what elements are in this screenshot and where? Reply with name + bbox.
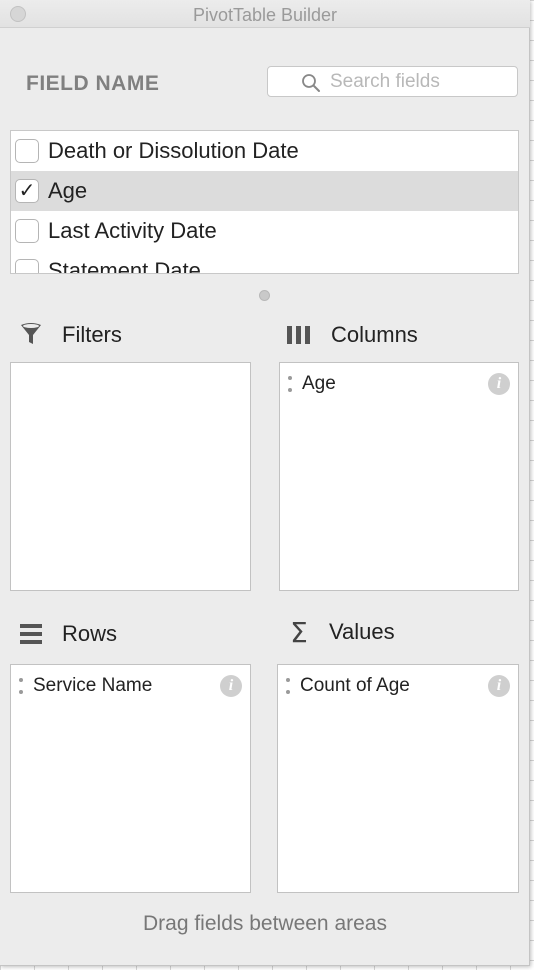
funnel-icon [18,322,44,348]
field-item-death-or-dissolution-date[interactable]: Death or Dissolution Date [11,131,518,171]
chip-label: Count of Age [300,675,410,696]
chip-label: Age [302,373,336,394]
field-checkbox[interactable] [15,139,39,163]
window-title: PivotTable Builder [192,5,338,25]
values-label: Values [329,619,395,644]
values-drop-area[interactable]: Count of Age i [277,664,519,893]
field-label: Last Activity Date [48,218,217,243]
field-name-header: FIELD NAME [26,72,160,95]
filters-label: Filters [62,322,122,347]
drag-hint-text: Drag fields between areas [143,912,387,935]
field-item-statement-date[interactable]: Statement Date [11,251,518,274]
drag-handle-icon[interactable] [19,678,23,694]
info-icon[interactable]: i [488,675,510,697]
search-input[interactable] [330,70,510,94]
search-icon [302,74,320,92]
columns-label: Columns [331,322,418,347]
columns-icon [286,322,312,348]
rows-label: Rows [62,621,118,646]
field-label: Death or Dissolution Date [48,138,299,163]
field-label: Age [48,178,88,203]
drag-handle-icon[interactable] [288,376,292,392]
search-box[interactable] [267,66,518,97]
drag-handle-icon[interactable] [286,678,290,694]
values-header: Σ Values [286,615,395,649]
info-icon[interactable]: i [488,373,510,395]
rows-drop-area[interactable]: Service Name i [10,664,251,893]
field-checkbox[interactable] [15,219,39,243]
field-list[interactable]: Death or Dissolution Date ✓ Age Last Act… [10,130,519,274]
field-item-last-activity-date[interactable]: Last Activity Date [11,211,518,251]
filters-drop-area[interactable] [10,362,251,591]
chip-label: Service Name [33,675,153,696]
sigma-icon: Σ [290,615,308,649]
rows-header: Rows [18,621,117,647]
info-icon[interactable]: i [220,675,242,697]
values-field-chip-count-of-age[interactable]: Count of Age i [286,673,510,699]
columns-field-chip-age[interactable]: Age i [288,371,510,397]
columns-header: Columns [286,322,418,348]
pivottable-builder-panel: PivotTable Builder FIELD NAME Death or D… [0,0,530,966]
rows-field-chip-service-name[interactable]: Service Name i [19,673,242,699]
field-label: Statement Date [48,258,201,274]
splitter-handle[interactable] [259,290,270,301]
field-item-age[interactable]: ✓ Age [11,171,518,211]
field-checkbox-checked[interactable]: ✓ [15,179,39,203]
columns-drop-area[interactable]: Age i [279,362,519,591]
title-bar[interactable]: PivotTable Builder [0,0,530,28]
rows-icon [18,621,44,647]
filters-header: Filters [18,322,122,348]
field-checkbox[interactable] [15,259,39,273]
